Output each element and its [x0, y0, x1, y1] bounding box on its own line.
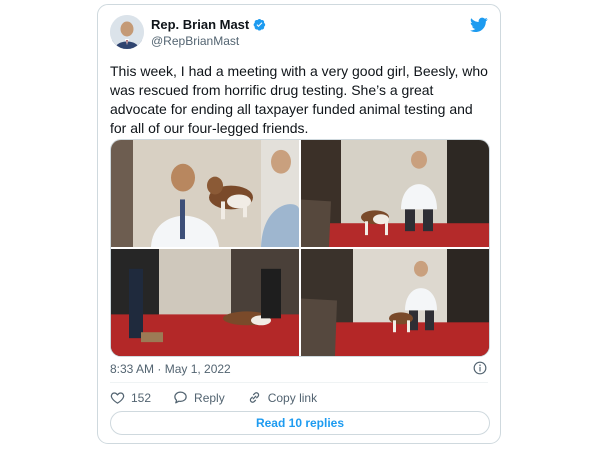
reply-button[interactable]: Reply — [173, 390, 225, 405]
tweet-timestamp[interactable]: 8:33 AM · May 1, 2022 — [110, 362, 231, 376]
divider — [110, 382, 488, 383]
avatar-portrait — [110, 15, 144, 49]
photo-3-scene — [111, 249, 299, 356]
twitter-bird-icon[interactable] — [470, 17, 488, 33]
info-icon[interactable] — [473, 361, 487, 375]
link-icon — [249, 392, 259, 403]
heart-icon — [110, 392, 125, 404]
photo-4-scene — [301, 249, 489, 356]
photo-2-scene — [301, 140, 489, 247]
action-bar: 152 Reply Copy link — [110, 390, 339, 405]
author-handle[interactable]: @RepBrianMast — [151, 34, 239, 48]
photo-1-scene — [111, 140, 299, 247]
author-name[interactable]: Rep. Brian Mast — [151, 17, 249, 32]
reply-bubble-icon — [174, 391, 187, 404]
tweet-text: This week, I had a meeting with a very g… — [110, 63, 488, 136]
copy-link-button[interactable]: Copy link — [247, 390, 317, 405]
like-button[interactable]: 152 — [110, 390, 151, 405]
reply-label: Reply — [194, 390, 225, 405]
media-grid[interactable] — [110, 139, 490, 357]
photo-4[interactable] — [301, 249, 489, 356]
photo-1[interactable] — [111, 140, 299, 247]
verified-badge-icon — [253, 18, 266, 31]
avatar[interactable] — [110, 15, 144, 49]
tweet-card: Rep. Brian Mast @RepBrianMast This week,… — [97, 4, 501, 444]
author-name-row: Rep. Brian Mast — [151, 17, 266, 32]
like-count: 152 — [131, 390, 152, 405]
read-replies-button[interactable]: Read 10 replies — [110, 411, 490, 435]
copy-link-label: Copy link — [267, 390, 318, 405]
photo-3[interactable] — [111, 249, 299, 356]
photo-2[interactable] — [301, 140, 489, 247]
